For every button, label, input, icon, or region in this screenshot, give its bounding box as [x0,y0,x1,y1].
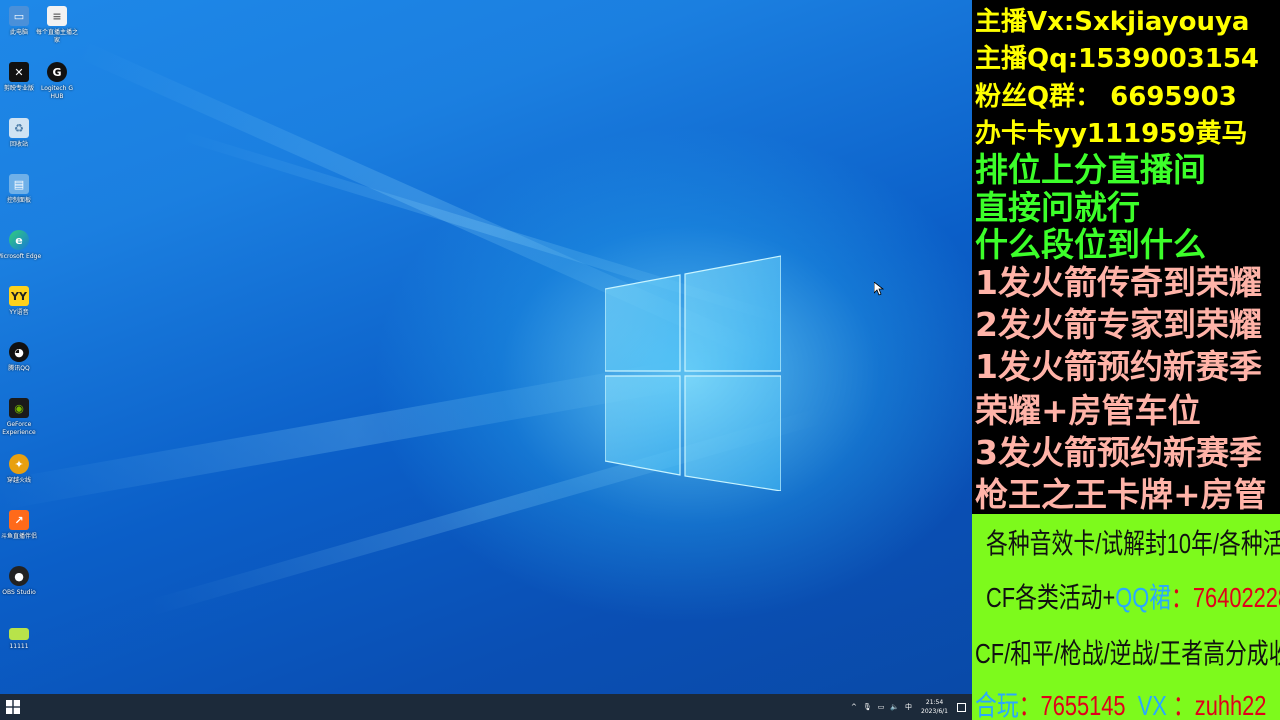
desktop-icon-document[interactable]: ≡ 每个直播主播之家 [34,6,80,45]
shortcut-icon [9,628,29,640]
panel-line-13: 枪王之王卡牌+房管 [975,475,1267,514]
desktop-icon-yy[interactable]: YY YY语音 [0,286,42,317]
volume-icon[interactable]: 🔈 [890,703,899,711]
panel-line-3: 粉丝Q群： 6695903 [975,82,1237,112]
promo-line-4-label: 合玩 [975,690,1019,720]
obs-icon: ● [9,566,29,586]
desktop-icon-crossfire[interactable]: ✦ 穿越火线 [0,454,42,485]
panel-line-9: 2发火箭专家到荣耀 [975,305,1262,344]
panel-line-12: 3发火箭预约新赛季 [975,433,1262,472]
microphone-icon[interactable]: 🎙 [863,703,872,711]
promo-line-4: 合玩：7655145 VX ：zuhh22 [975,684,1266,720]
promo-line-2-colon: ： [1171,582,1193,613]
windows-start-icon[interactable] [6,700,20,714]
yy-icon: YY [9,286,29,306]
desktop-icon-qq[interactable]: ◕ 腾讯QQ [0,342,42,373]
desktop-icon-douyu[interactable]: ↗ 斗鱼直播伴侣 [0,510,42,541]
desktop-icon-geforce[interactable]: ◉ GeForce Experience [0,398,42,437]
promo-line-2: CF各类活动+QQ裙：764022283 [986,576,1280,616]
edge-icon: e [9,230,29,250]
promo-line-2-qq: QQ裙 [1115,582,1172,613]
promo-line-3: CF/和平/枪战/逆战/王者高分成收合猪 [975,638,1280,669]
promo-line-4-colon: ： [1018,690,1041,720]
taskbar: ^ 🎙 ▭ 🔈 中 21:54 2023/6/1 [0,694,972,720]
ime-indicator[interactable]: 中 [905,702,912,712]
panel-line-11: 荣耀+房管车位 [975,391,1201,430]
panel-line-8: 1发火箭传奇到荣耀 [975,263,1262,302]
panel-line-1: 主播Vx:Sxkjiayouya [975,7,1250,37]
promo-line-4-id: zuhh22 [1194,690,1267,720]
taskbar-clock[interactable]: 21:54 2023/6/1 [921,698,948,716]
desktop[interactable]: ▭ 此电脑 ≡ 每个直播主播之家 ✕ 剪映专业版 G Logitech G HU… [0,0,972,694]
desktop-icon-control-panel[interactable]: ▤ 控制面板 [0,174,42,205]
clock-date: 2023/6/1 [921,708,948,715]
desktop-icon-recycle-bin[interactable]: ♻ 回收站 [0,118,42,149]
stream-info-panel: 主播Vx:Sxkjiayouya 主播Qq:1539003154 粉丝Q群： 6… [972,0,1280,514]
desktop-icon-obs[interactable]: ● OBS Studio [0,566,42,597]
promo-panel: 各种音效卡/试解封10年/各种活动 CF各类活动+QQ裙：764022283 C… [972,514,1280,720]
qq-penguin-icon: ◕ [9,342,29,362]
recycle-bin-icon: ♻ [9,118,29,138]
capcut-icon: ✕ [9,62,29,82]
clock-time: 21:54 [925,699,944,706]
promo-line-4-vx: VX [1137,690,1167,720]
promo-line-2-prefix: CF各类活动+ [986,582,1116,613]
promo-line-1: 各种音效卡/试解封10年/各种活动 [986,528,1280,559]
system-tray: ^ 🎙 ▭ 🔈 中 21:54 2023/6/1 [848,694,972,720]
promo-line-4-number: 7655145 [1040,690,1126,720]
windows-logo [605,255,781,491]
tray-chevron-icon[interactable]: ^ [851,703,857,711]
desktop-icon-ghub[interactable]: G Logitech G HUB [34,62,80,101]
promo-line-2-number: 764022283 [1192,582,1280,613]
document-icon: ≡ [47,6,67,26]
desktop-icon-edge[interactable]: e Microsoft Edge [0,230,42,261]
desktop-icon-folder[interactable]: 11111 [0,622,42,651]
nvidia-icon: ◉ [9,398,29,418]
crossfire-icon: ✦ [9,454,29,474]
mouse-cursor [874,282,884,296]
panel-line-10: 1发火箭预约新赛季 [975,347,1262,386]
control-panel-icon: ▤ [9,174,29,194]
notification-icon[interactable] [957,702,966,712]
panel-line-2: 主播Qq:1539003154 [975,44,1260,74]
computer-icon: ▭ [9,6,29,26]
network-icon[interactable]: ▭ [878,703,885,711]
promo-line-4-colon2: ： [1172,690,1195,720]
logitech-icon: G [47,62,67,82]
douyu-icon: ↗ [9,510,29,530]
